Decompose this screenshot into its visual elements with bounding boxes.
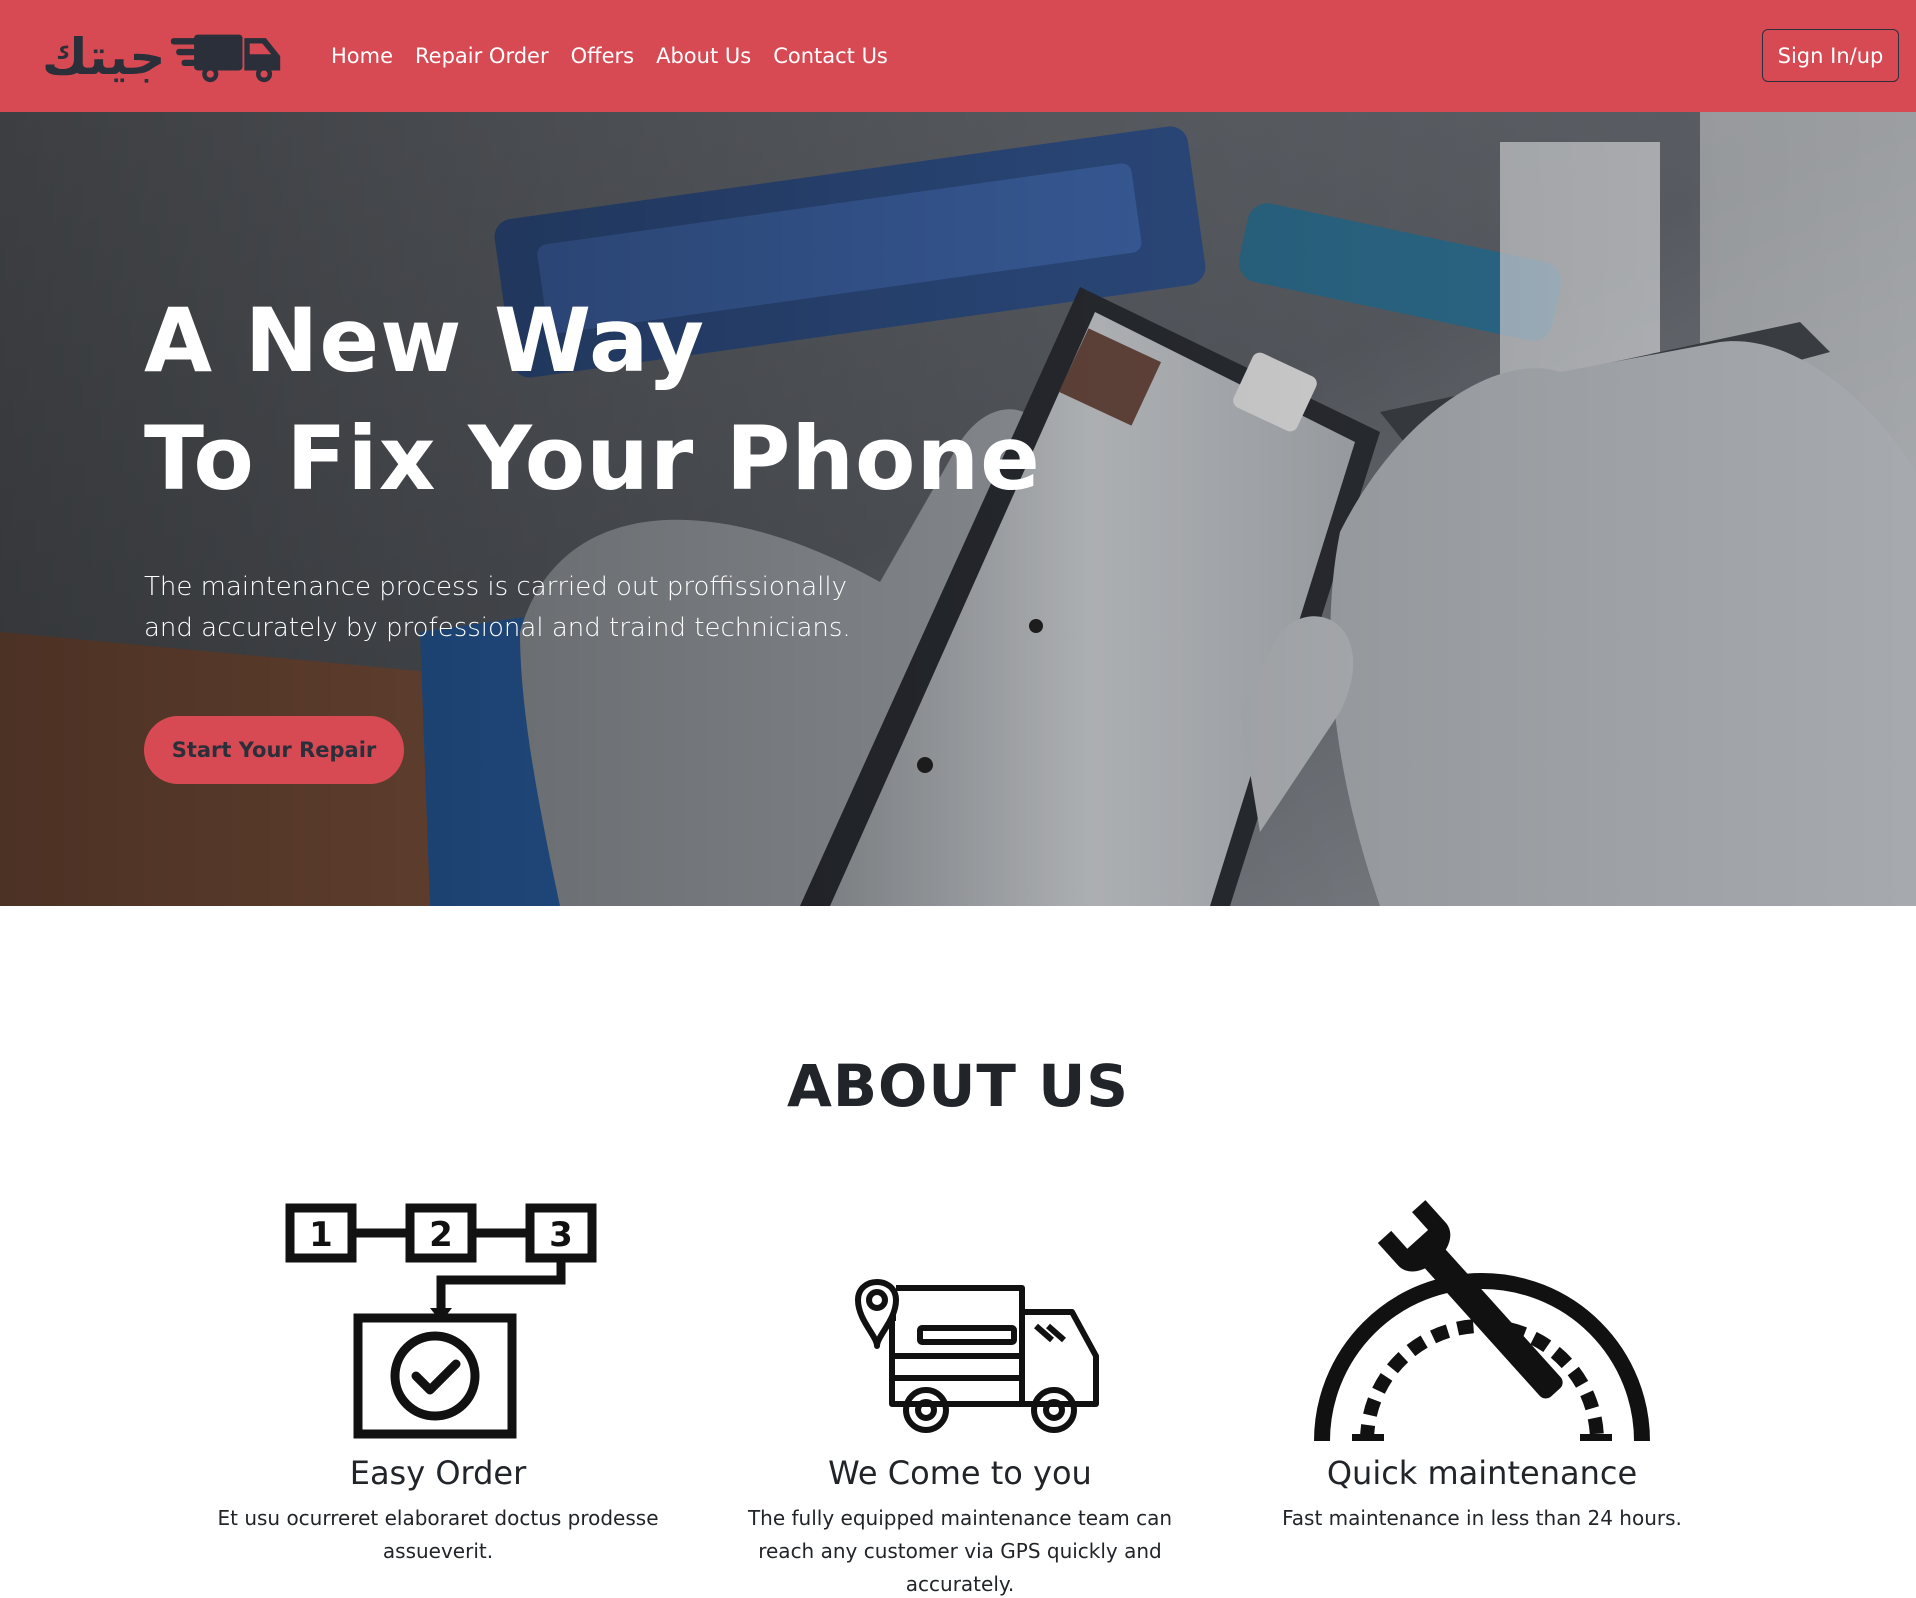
svg-text:1: 1 bbox=[309, 1215, 333, 1255]
feature-title: Easy Order bbox=[349, 1454, 527, 1492]
hero-description: The maintenance process is carried out p… bbox=[144, 572, 851, 643]
steps-123-icon: 1 2 3 bbox=[208, 1188, 668, 1448]
feature-title: We Come to you bbox=[828, 1454, 1092, 1492]
feature-text: The fully equipped maintenance team can … bbox=[747, 1506, 1173, 1596]
feature-we-come-to-you: We Come to you The fully equipped mainte… bbox=[730, 1188, 1190, 1598]
sign-in-button[interactable]: Sign In/up bbox=[1762, 29, 1899, 82]
about-us-heading: ABOUT US bbox=[786, 1052, 1130, 1120]
nav-links: Home Repair Order Offers About Us Contac… bbox=[320, 37, 899, 75]
delivery-truck-icon bbox=[730, 1188, 1190, 1448]
nav-home[interactable]: Home bbox=[320, 37, 404, 75]
svg-text:3: 3 bbox=[549, 1215, 573, 1255]
hero-title: A New Way To Fix Your Phone bbox=[144, 282, 1041, 518]
navbar: جيتك Home Repair Order Offers About Us C… bbox=[0, 0, 1916, 112]
feature-text: Et usu ocurreret elaboraret doctus prode… bbox=[217, 1506, 659, 1563]
feature-quick-maintenance: Quick maintenance Fast maintenance in le… bbox=[1252, 1188, 1712, 1535]
feature-easy-order: 1 2 3 Easy Order Et usu ocurreret elabor… bbox=[208, 1188, 668, 1568]
hero-section: A New Way To Fix Your Phone The maintena… bbox=[0, 112, 1916, 906]
nav-offers[interactable]: Offers bbox=[560, 37, 646, 75]
start-repair-button[interactable]: Start Your Repair bbox=[144, 716, 404, 784]
brand-logo[interactable]: جيتك bbox=[42, 26, 286, 88]
hero-title-line1: A New Way bbox=[144, 289, 705, 392]
svg-text:2: 2 bbox=[429, 1215, 453, 1255]
feature-text: Fast maintenance in less than 24 hours. bbox=[1282, 1506, 1682, 1530]
truck-logo-icon bbox=[171, 34, 281, 83]
nav-about-us[interactable]: About Us bbox=[645, 37, 762, 75]
hero-title-line2: To Fix Your Phone bbox=[144, 407, 1041, 510]
speedometer-wrench-icon bbox=[1252, 1188, 1712, 1448]
nav-contact-us[interactable]: Contact Us bbox=[762, 37, 899, 75]
feature-title: Quick maintenance bbox=[1326, 1454, 1638, 1492]
logo-text: جيتك bbox=[42, 28, 166, 86]
nav-repair-order[interactable]: Repair Order bbox=[404, 37, 560, 75]
